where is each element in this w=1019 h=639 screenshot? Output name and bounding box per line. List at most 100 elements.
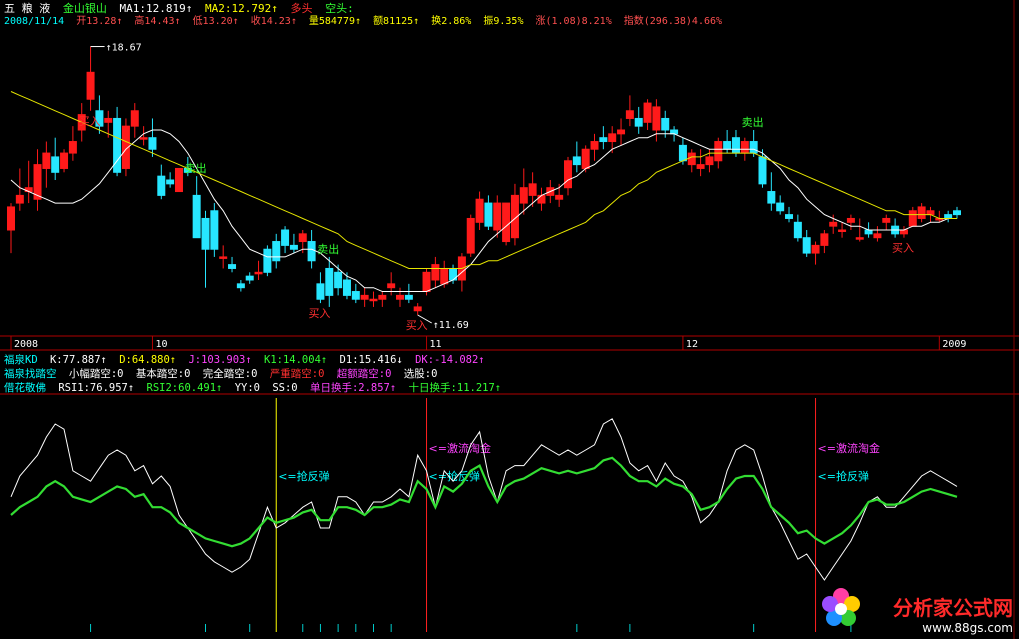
time-axis-label: 10 (155, 339, 167, 350)
kd-j: J:103.903↑ (188, 354, 252, 366)
chart-window: ↑18.67 ↑11.69 <=抢反弹 <=激流淘金 <=抢反弹 <=激流淘金 <=抢反弹… (0, 0, 1019, 639)
candle-body (139, 137, 148, 140)
candle-body (201, 217, 210, 250)
candle-body (60, 152, 69, 169)
candle-body (608, 133, 617, 143)
candle-body (820, 233, 829, 246)
candle-body (192, 194, 201, 239)
candle-body (431, 264, 440, 281)
candle-body (855, 237, 864, 240)
candle-body (829, 221, 838, 227)
candle-body (740, 141, 749, 154)
candle-body (272, 241, 281, 262)
candle-body (634, 117, 643, 127)
candle-body (245, 275, 254, 281)
rsi-rsi2: RSI2:60.491↑ (146, 382, 223, 394)
candle-body (334, 271, 343, 289)
indicator-annotation: <=抢反弹 (278, 469, 329, 483)
indicator-annotation: <=激流淘金 (818, 441, 880, 455)
info-date: 2008/11/14 (4, 16, 65, 27)
candle-body (838, 229, 847, 232)
candle-body (581, 148, 590, 169)
candle-body (466, 217, 475, 254)
candle-body (731, 137, 740, 154)
candle-body (7, 206, 15, 231)
signal-label-sell: 卖出 (742, 115, 764, 129)
rsi-rsi1: RSI1:76.957↑ (58, 382, 135, 394)
zt-b: 基本踏空:0 (135, 368, 191, 380)
info-low: 低13.20↑ (192, 16, 239, 27)
info-index: 指数(296.38)4.66% (623, 16, 723, 27)
info-change: 涨(1.08)8.21% (535, 16, 612, 27)
candle-body (396, 294, 405, 300)
logo-flower-icon (822, 588, 860, 626)
candle-body (758, 156, 767, 185)
info-volume: 量584779↑ (308, 16, 362, 27)
candle-body (793, 221, 802, 239)
signal-label-buy: 买入 (892, 242, 914, 255)
candle-body (519, 187, 528, 204)
candle-body (705, 156, 714, 166)
candle-body (148, 137, 157, 150)
kong-label: 空头: (325, 2, 354, 15)
ma1-value: MA1:12.819↑ (119, 2, 193, 15)
candle-body (130, 110, 139, 127)
rsi-single: 单日换手:2.857↑ (309, 382, 397, 394)
brand-block: 分析家公式网 www.88gs.com (893, 592, 1013, 635)
candle-body (537, 194, 546, 204)
candle-body (785, 214, 794, 219)
candle-body (917, 206, 926, 219)
candle-body (643, 102, 652, 123)
candle-body (210, 210, 219, 250)
candle-body (307, 241, 316, 262)
candle-body (714, 141, 723, 162)
stock-name: 五 粮 液 (4, 2, 51, 15)
candle-body (484, 202, 493, 227)
rsi-row: 借花敬佛 RSI1:76.957↑ RSI2:60.491↑ YY:0 SS:0… (4, 381, 507, 395)
candle-body (944, 214, 953, 219)
candle-body (882, 217, 891, 223)
rsi-ten: 十日换手:11.217↑ (408, 382, 502, 394)
candle-body (475, 198, 484, 223)
candle-body (254, 271, 263, 275)
low-price-label: ↑11.69 (433, 320, 469, 331)
candle-body (899, 229, 908, 235)
candle-body (767, 191, 776, 204)
candle-body (104, 117, 113, 123)
candle-body (661, 117, 670, 131)
candle-body (174, 167, 183, 193)
signal-label-sell: 卖出 (185, 161, 207, 175)
brand-url: www.88gs.com (922, 621, 1013, 635)
candle-body (493, 202, 502, 231)
candle-body (378, 294, 387, 300)
zt-c: 完全踏空:0 (202, 368, 258, 380)
candle-body (723, 141, 732, 150)
zt-row: 福泉找踏空 小幅踏空:0 基本踏空:0 完全踏空:0 严重踏空:0 超额踏空:0… (4, 367, 443, 381)
brand-name: 分析家公式网 (893, 596, 1013, 620)
candle-body (422, 271, 431, 293)
candle-body (413, 306, 422, 312)
kd-name: 福泉KD (4, 354, 38, 366)
candle-body (219, 256, 228, 259)
candle-body (86, 71, 95, 100)
candle-body (749, 141, 758, 154)
candle-body (678, 144, 687, 162)
candle-body (236, 283, 245, 289)
candle-body (670, 129, 679, 135)
stock-alt-name: 金山银山 (62, 2, 107, 15)
signal-label-buy: 买入 (406, 319, 428, 332)
candle-body (864, 229, 873, 235)
candle-body (289, 244, 298, 250)
candle-body (572, 156, 581, 166)
zt-f: 选股:0 (403, 368, 438, 380)
candle-body (846, 217, 855, 223)
candle-body (528, 183, 537, 196)
candle-body (342, 279, 351, 296)
candle-body (51, 156, 60, 173)
candle-body (166, 179, 175, 185)
kd-k1: K1:14.004↑ (264, 354, 328, 366)
rsi-name: 借花敬佛 (4, 382, 46, 394)
zt-a: 小幅踏空:0 (68, 368, 124, 380)
candle-body (502, 202, 511, 243)
candle-body (776, 202, 785, 212)
